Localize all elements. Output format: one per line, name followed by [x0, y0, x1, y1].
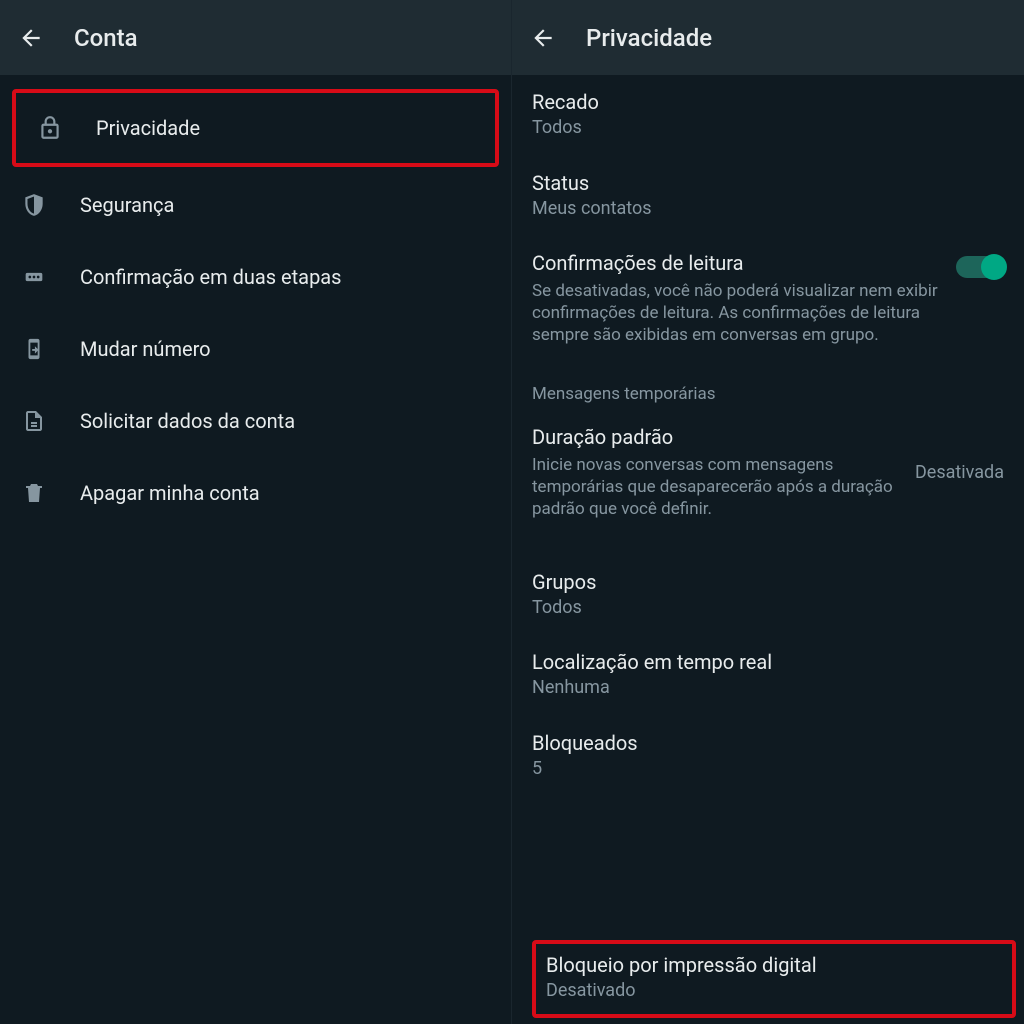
- setting-title: Confirmações de leitura: [532, 250, 942, 276]
- account-menu: Privacidade Segurança Confirmação em dua…: [0, 75, 511, 529]
- setting-fingerprint-lock[interactable]: Bloqueio por impressão digital Desativad…: [532, 940, 1016, 1019]
- doc-icon: [20, 407, 48, 435]
- setting-recado[interactable]: Recado Todos: [532, 75, 1004, 156]
- menu-item-security[interactable]: Segurança: [0, 169, 511, 241]
- setting-blocked[interactable]: Bloqueados 5: [532, 716, 1004, 797]
- sim-icon: [20, 335, 48, 363]
- lock-icon: [36, 114, 64, 142]
- menu-item-request-data[interactable]: Solicitar dados da conta: [0, 385, 511, 457]
- menu-label: Confirmação em duas etapas: [80, 265, 342, 289]
- menu-label: Privacidade: [96, 116, 200, 140]
- privacy-panel: Privacidade Recado Todos Status Meus con…: [512, 0, 1024, 1024]
- setting-desc: Inicie novas conversas com mensagens tem…: [532, 454, 905, 520]
- setting-title: Localização em tempo real: [532, 649, 1004, 675]
- menu-label: Apagar minha conta: [80, 481, 260, 505]
- setting-groups[interactable]: Grupos Todos: [532, 555, 1004, 636]
- setting-value: Meus contatos: [532, 198, 1004, 221]
- menu-label: Solicitar dados da conta: [80, 409, 295, 433]
- setting-live-location[interactable]: Localização em tempo real Nenhuma: [532, 635, 1004, 716]
- menu-item-change-number[interactable]: Mudar número: [0, 313, 511, 385]
- setting-title: Grupos: [532, 569, 1004, 595]
- menu-item-privacy[interactable]: Privacidade: [12, 89, 499, 167]
- setting-title: Recado: [532, 89, 1004, 115]
- shield-icon: [20, 191, 48, 219]
- setting-value: Desativado: [546, 980, 1002, 1003]
- setting-desc: Se desativadas, você não poderá visualiz…: [532, 280, 942, 346]
- back-icon[interactable]: [530, 25, 556, 51]
- account-title: Conta: [74, 24, 138, 52]
- setting-value: Todos: [532, 597, 1004, 620]
- setting-title: Bloqueio por impressão digital: [546, 952, 1002, 978]
- setting-title: Status: [532, 170, 1004, 196]
- privacy-appbar: Privacidade: [512, 0, 1024, 75]
- setting-read-receipts[interactable]: Confirmações de leitura Se desativadas, …: [532, 236, 1004, 362]
- account-appbar: Conta: [0, 0, 511, 75]
- privacy-content: Recado Todos Status Meus contatos Confir…: [512, 75, 1024, 796]
- toggle-knob: [981, 254, 1007, 280]
- setting-default-duration[interactable]: Duração padrão Inicie novas conversas co…: [532, 410, 1004, 536]
- menu-label: Segurança: [80, 193, 174, 217]
- account-panel: Conta Privacidade Segurança Confirmação …: [0, 0, 512, 1024]
- section-temp-messages: Mensagens temporárias: [532, 384, 1004, 404]
- setting-side-value: Desativada: [915, 462, 1004, 483]
- menu-item-two-step[interactable]: Confirmação em duas etapas: [0, 241, 511, 313]
- setting-value: Nenhuma: [532, 677, 1004, 700]
- menu-label: Mudar número: [80, 337, 211, 361]
- setting-value: 5: [532, 758, 1004, 781]
- dots-icon: [20, 263, 48, 291]
- back-icon[interactable]: [18, 25, 44, 51]
- setting-title: Bloqueados: [532, 730, 1004, 756]
- setting-value: Todos: [532, 117, 1004, 140]
- read-receipts-toggle[interactable]: [956, 256, 1004, 278]
- privacy-title: Privacidade: [586, 24, 712, 52]
- trash-icon: [20, 479, 48, 507]
- menu-item-delete-account[interactable]: Apagar minha conta: [0, 457, 511, 529]
- setting-status[interactable]: Status Meus contatos: [532, 156, 1004, 237]
- setting-title: Duração padrão: [532, 424, 905, 450]
